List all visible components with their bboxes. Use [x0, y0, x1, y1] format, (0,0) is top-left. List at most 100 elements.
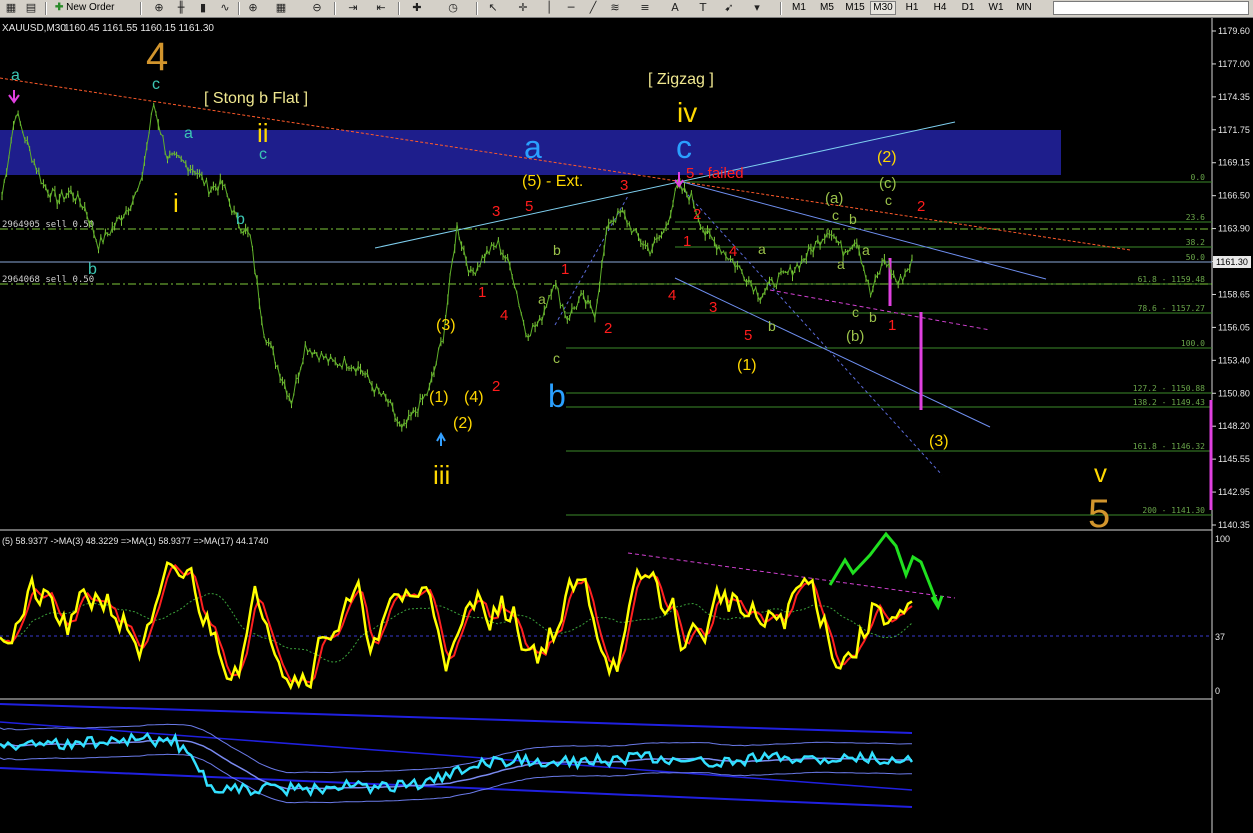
- wave-iv-label: iv: [677, 97, 697, 128]
- cursor-icon[interactable]: ↖: [484, 1, 502, 15]
- clock-icon[interactable]: ◷: [444, 1, 462, 15]
- chart-window[interactable]: 1179.60 1177.00 1174.35 1171.75 1169.15 1166.…: [0, 18, 1253, 833]
- price-tick: 1177.00: [1218, 59, 1250, 69]
- shapes-dropdown-icon[interactable]: ▾: [748, 1, 766, 15]
- timeframe-mn[interactable]: MN: [1011, 1, 1037, 15]
- svg-text:a: a: [758, 241, 766, 257]
- stong-b-flat-label: [ Stong b Flat ]: [204, 90, 308, 107]
- svg-text:(c): (c): [879, 175, 897, 192]
- ohlc-values: 1160.45 1161.55 1160.15 1161.30: [64, 23, 214, 34]
- price-tick: 1166.50: [1218, 191, 1250, 201]
- zigzag-label: [ Zigzag ]: [648, 71, 714, 88]
- arrow-tool-icon[interactable]: ➹: [720, 1, 738, 15]
- symbol-timeframe: XAUUSD,M30: [2, 23, 66, 34]
- svg-text:(b): (b): [846, 328, 864, 345]
- svg-text:2: 2: [492, 378, 500, 395]
- new-chart-icon[interactable]: ▦: [2, 1, 20, 15]
- timeframe-m5[interactable]: M5: [814, 1, 840, 15]
- zoom-in-icon[interactable]: ⊕: [244, 1, 262, 15]
- svg-text:a: a: [11, 67, 20, 84]
- svg-text:2: 2: [604, 320, 612, 337]
- svg-text:0: 0: [1215, 686, 1220, 696]
- svg-text:b: b: [869, 309, 877, 325]
- crosshair-icon[interactable]: ⊕: [150, 1, 168, 15]
- wave-v-label: v: [1094, 458, 1107, 488]
- svg-text:(a): (a): [825, 190, 843, 207]
- fib-level-label: 200 - 1141.30: [1142, 506, 1205, 515]
- line-chart-icon[interactable]: ∿: [216, 1, 234, 15]
- svg-text:1: 1: [561, 261, 569, 278]
- fib-level-label: 50.0: [1186, 253, 1205, 262]
- wave-c-big-label: c: [676, 129, 692, 165]
- oscillator-series: [0, 561, 913, 691]
- indicators-icon[interactable]: ▦: [272, 1, 290, 15]
- svg-text:b: b: [849, 211, 857, 227]
- fib-level-label: 78.6 - 1157.27: [1138, 304, 1206, 313]
- svg-text:(4): (4): [464, 389, 484, 406]
- channel-icon[interactable]: ≋: [606, 1, 624, 15]
- price-tick: 1169.15: [1218, 158, 1250, 168]
- indicator-add-icon[interactable]: ✚: [408, 1, 426, 15]
- svg-text:c: c: [885, 192, 892, 208]
- toolbar: ▦ ▤ ✚ New Order ⊕ ╫ ▮ ∿ ⊕ ▦ ⊖ ⇥ ⇤ ✚ ◷ ↖ …: [0, 0, 1253, 18]
- svg-text:c: c: [259, 146, 267, 163]
- svg-text:2: 2: [917, 198, 925, 215]
- bar-chart-icon[interactable]: ╫: [172, 1, 190, 15]
- timeframe-d1[interactable]: D1: [955, 1, 981, 15]
- fibo-icon[interactable]: ≡: [636, 1, 654, 15]
- timeframe-m30[interactable]: M30: [870, 1, 896, 15]
- profiles-icon[interactable]: ▤: [22, 1, 40, 15]
- price-tick: 1150.80: [1218, 388, 1250, 398]
- price-axis: 1179.60 1177.00 1174.35 1171.75 1169.15 1166.…: [1212, 26, 1251, 530]
- oscillator-header: (5) 58.9377 ->MA(3) 48.3229 =>MA(1) 58.9…: [2, 536, 268, 546]
- fib-level-label: 61.8 - 1159.48: [1138, 275, 1206, 284]
- horizontal-line-icon[interactable]: ─: [562, 1, 580, 15]
- trendline-icon[interactable]: ╱: [584, 1, 602, 15]
- svg-text:4: 4: [668, 287, 676, 304]
- candle-chart-icon[interactable]: ▮: [194, 1, 212, 15]
- svg-text:b: b: [88, 261, 97, 278]
- svg-text:3: 3: [492, 203, 500, 220]
- timeframe-m15[interactable]: M15: [842, 1, 868, 15]
- search-input[interactable]: [1053, 1, 1249, 15]
- chart-shift-icon[interactable]: ⇤: [372, 1, 390, 15]
- timeframe-m1[interactable]: M1: [786, 1, 812, 15]
- svg-text:c: c: [832, 207, 839, 223]
- oscillator-axis: 100 37 0: [1215, 534, 1230, 696]
- wave-i-label: i: [173, 188, 179, 218]
- svg-text:2: 2: [693, 206, 701, 223]
- svg-text:a: a: [837, 256, 845, 272]
- vertical-line-icon[interactable]: │: [540, 1, 558, 15]
- text-tool-icon[interactable]: A: [666, 1, 684, 15]
- svg-text:4: 4: [500, 307, 508, 324]
- timeframe-h4[interactable]: H4: [927, 1, 953, 15]
- timeframe-h1[interactable]: H1: [899, 1, 925, 15]
- timeframe-w1[interactable]: W1: [983, 1, 1009, 15]
- price-tick: 1156.05: [1218, 322, 1250, 332]
- price-tick: 1145.55: [1218, 454, 1250, 464]
- zoom-out-icon[interactable]: ⊖: [308, 1, 326, 15]
- fib-level-label: 0.0: [1191, 173, 1206, 182]
- sell-order-label-1: 2964905 sell 0.50: [2, 220, 94, 230]
- new-order-button[interactable]: ✚ New Order: [52, 1, 136, 15]
- autoscroll-icon[interactable]: ⇥: [344, 1, 362, 15]
- label-tool-icon[interactable]: T: [694, 1, 712, 15]
- fib-level-label: 138.2 - 1149.43: [1133, 398, 1205, 407]
- svg-text:(3): (3): [929, 433, 949, 450]
- svg-text:(2): (2): [453, 415, 473, 432]
- svg-text:1: 1: [683, 233, 691, 250]
- wave-iii-label: iii: [433, 460, 450, 490]
- bands-oscillator: [0, 703, 914, 808]
- price-tick: 1140.35: [1218, 520, 1250, 530]
- fib-level-label: 23.6: [1186, 213, 1205, 222]
- svg-text:a: a: [862, 242, 870, 258]
- crosshair-tool-icon[interactable]: ✛: [514, 1, 532, 15]
- svg-text:a: a: [184, 125, 193, 142]
- price-tick: 1158.65: [1218, 289, 1250, 299]
- svg-text:(3): (3): [436, 317, 456, 334]
- svg-text:c: c: [152, 76, 160, 93]
- wave-4-label: 4: [146, 35, 168, 79]
- wave-ii-label: ii: [257, 118, 269, 148]
- price-tick: 1163.90: [1218, 224, 1250, 234]
- svg-text:(1): (1): [429, 389, 449, 406]
